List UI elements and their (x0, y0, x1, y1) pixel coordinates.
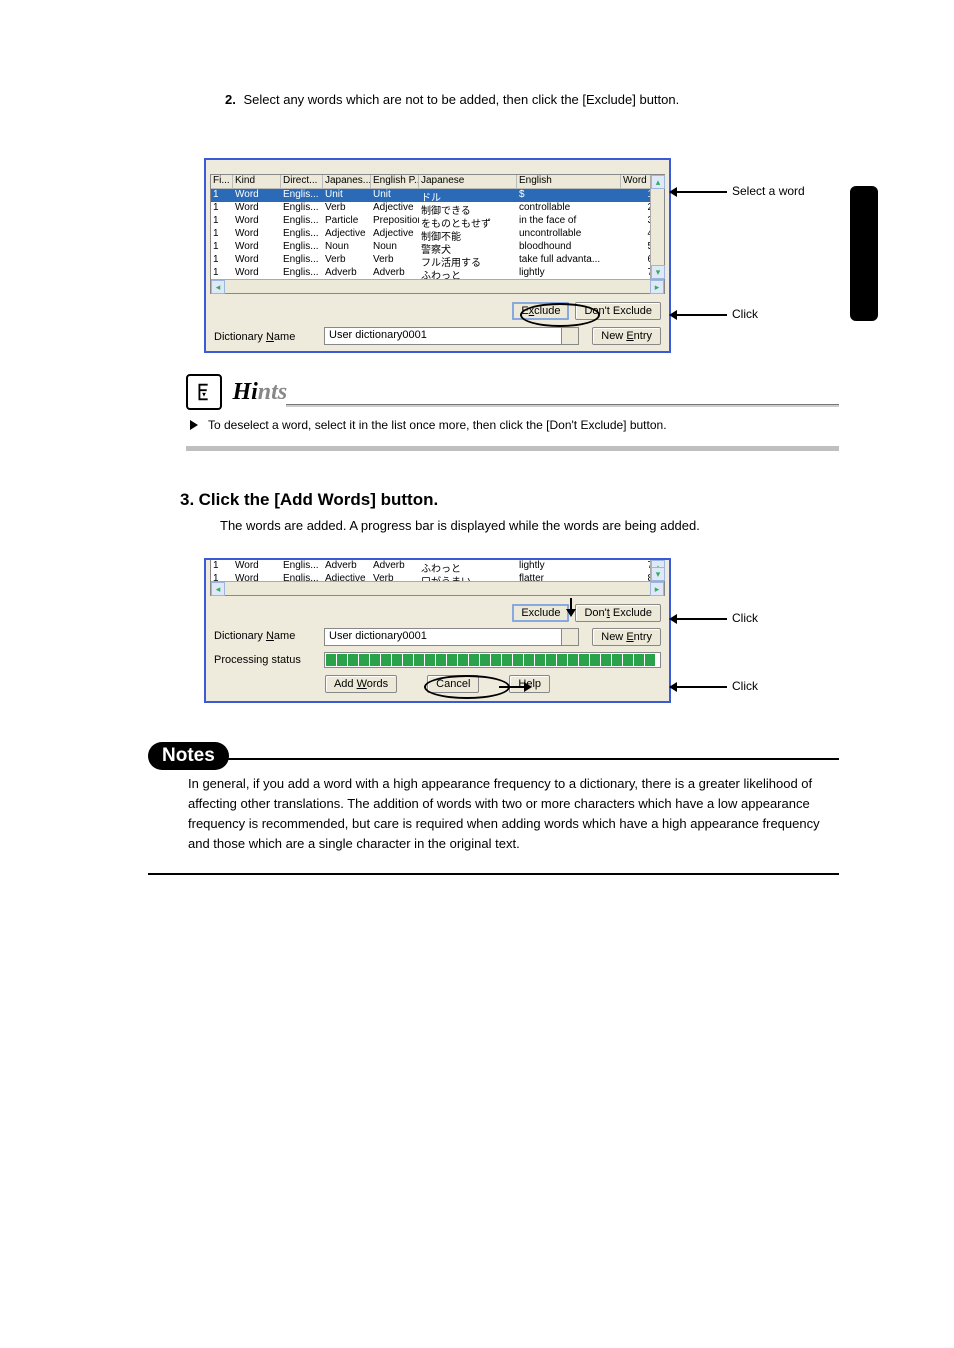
scroll-right-icon[interactable]: ▸ (650, 280, 664, 294)
col-direction[interactable]: Direct... (281, 175, 323, 189)
hints-end-rule (186, 446, 839, 451)
step3-heading: 3. Click the [Add Words] button. (180, 490, 839, 510)
step3-section: 3. Click the [Add Words] button. The wor… (180, 490, 839, 533)
arrow-exclude-click (672, 314, 727, 316)
arrow-add-words (499, 686, 529, 688)
auto-learn-dialog-1: Fi... Kind Direct... Japanes... English … (204, 158, 671, 353)
notes-section: Notes In general, if you add a word with… (148, 742, 839, 875)
callout-down-click: Click (732, 611, 758, 625)
horizontal-scrollbar-2[interactable]: ◂ ▸ (211, 581, 664, 595)
scroll-left-icon[interactable]: ◂ (211, 582, 225, 596)
cancel-button[interactable]: Cancel (427, 675, 479, 693)
dont-exclude-button[interactable]: Don't Exclude (575, 302, 661, 320)
col-fi[interactable]: Fi... (211, 175, 233, 189)
vertical-scrollbar-2[interactable]: ▴ ▾ (650, 560, 664, 581)
add-words-button[interactable]: Add Words (325, 675, 397, 693)
table-row[interactable]: 1WordEnglis...AdjectiveAdjective制御不能unco… (211, 228, 664, 241)
table-row[interactable]: 1WordEnglis...VerbVerbフル活用するtake full ad… (211, 254, 664, 267)
arrow-dont-exclude (672, 618, 727, 620)
processing-status-label: Processing status (214, 654, 301, 666)
progress-bar (324, 652, 661, 668)
dictionary-name-label: Dictionary Name (214, 331, 295, 343)
table-header[interactable]: Fi... Kind Direct... Japanes... English … (211, 175, 664, 189)
col-english[interactable]: English (517, 175, 621, 189)
vertical-scrollbar[interactable]: ▴ ▾ (650, 175, 664, 279)
notes-body: In general, if you add a word with a hig… (188, 774, 839, 855)
scroll-right-icon[interactable]: ▸ (650, 582, 664, 596)
horizontal-scrollbar[interactable]: ◂ ▸ (211, 279, 664, 293)
exclude-button-2[interactable]: Exclude (512, 604, 569, 622)
scroll-left-icon[interactable]: ◂ (211, 280, 225, 294)
word-table-2[interactable]: 1WordEnglis...AdverbAdverbふわっとlightly71W… (210, 560, 665, 596)
scroll-up-icon[interactable]: ▴ (651, 175, 665, 189)
new-entry-button[interactable]: New Entry (592, 327, 661, 345)
dont-exclude-button-2[interactable]: Don't Exclude (575, 604, 661, 622)
table-row[interactable]: 1WordEnglis...AdverbAdverbふわっとlightly7 (211, 560, 664, 573)
bullet-icon (190, 420, 203, 430)
hints-rule (286, 404, 839, 407)
arrow-add-words-right (672, 686, 727, 688)
col-japanese[interactable]: Japanese (419, 175, 517, 189)
exclude-button[interactable]: Exclude (512, 302, 569, 320)
dictionary-select-2[interactable]: User dictionary0001 (324, 628, 579, 646)
arrow-down-exclude (570, 598, 572, 614)
arrow-select-word (672, 191, 727, 193)
step3-desc: The words are added. A progress bar is d… (220, 518, 839, 533)
step2-num: 2. (225, 92, 236, 107)
screenshot2-group: 1WordEnglis...AdverbAdverbふわっとlightly71W… (204, 558, 894, 703)
col-japanese-pos[interactable]: Japanes... (323, 175, 371, 189)
hints-icon (186, 374, 222, 410)
table-row[interactable]: 1WordEnglis...UnitUnitドル$1 (211, 189, 664, 202)
notes-rule-bottom (148, 873, 839, 875)
new-entry-button-2[interactable]: New Entry (592, 628, 661, 646)
table-row[interactable]: 1WordEnglis...ParticlePrepositionをものともせず… (211, 215, 664, 228)
screenshot1-group: Fi... Kind Direct... Japanes... English … (204, 158, 894, 353)
hints-body: To deselect a word, select it in the lis… (186, 417, 839, 434)
callout-select-word: Select a word (732, 184, 805, 198)
col-kind[interactable]: Kind (233, 175, 281, 189)
step2-text: 2. Select any words which are not to be … (225, 90, 839, 110)
col-english-pos[interactable]: English P... (371, 175, 419, 189)
dictionary-name-label-2: Dictionary Name (214, 630, 295, 642)
scroll-down-icon[interactable]: ▾ (651, 567, 665, 581)
scroll-down-icon[interactable]: ▾ (651, 265, 665, 279)
auto-learn-dialog-2: 1WordEnglis...AdverbAdverbふわっとlightly71W… (204, 558, 671, 703)
notes-title: Notes (148, 742, 229, 770)
table-row[interactable]: 1WordEnglis...NounNoun警察犬bloodhound5 (211, 241, 664, 254)
notes-rule-top (224, 758, 839, 760)
dictionary-select[interactable]: User dictionary0001 (324, 327, 579, 345)
callout-add-click: Click (732, 679, 758, 693)
callout-exclude-click: Click (732, 307, 758, 321)
hints-title: Hints (232, 379, 287, 406)
word-table[interactable]: Fi... Kind Direct... Japanes... English … (210, 174, 665, 294)
table-row[interactable]: 1WordEnglis...VerbAdjective制御できるcontroll… (211, 202, 664, 215)
hints-section: Hints To deselect a word, select it in t… (186, 374, 839, 451)
